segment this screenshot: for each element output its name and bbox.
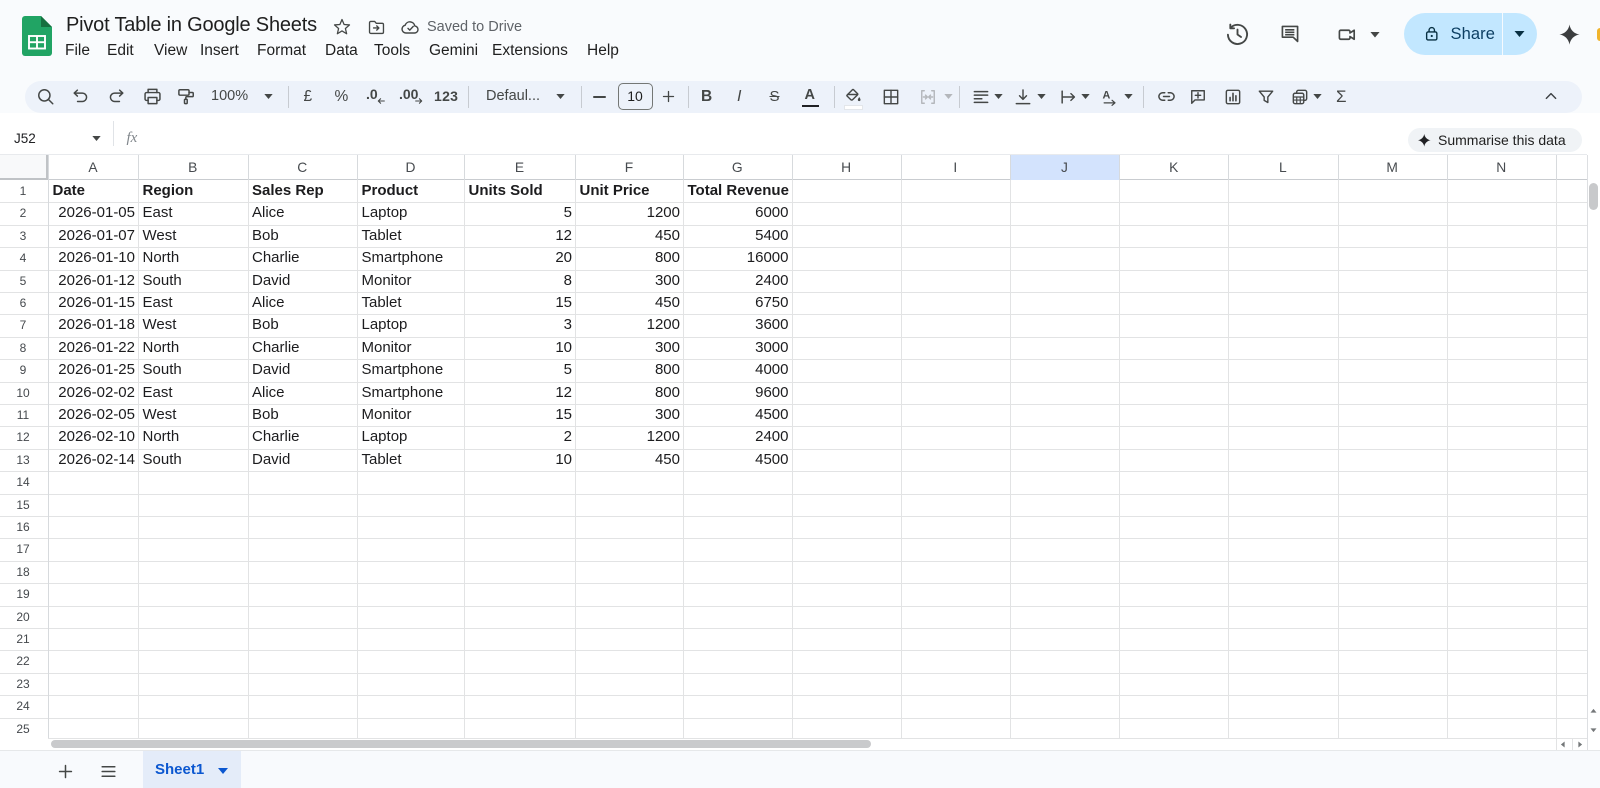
svg-text:A: A: [1103, 89, 1111, 101]
